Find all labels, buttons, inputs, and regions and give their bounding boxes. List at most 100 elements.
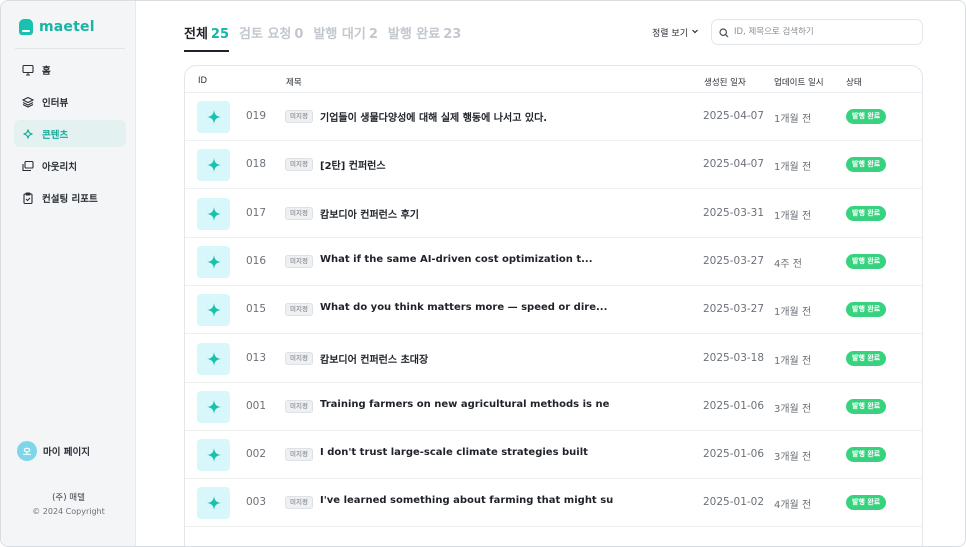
status-badge: 발행 완료 [846,398,887,414]
table-row[interactable]: 015 미지정 What do you think matters more — s… [185,286,922,335]
sparkle-icon [206,399,221,414]
cell-title[interactable]: [2탄] 컨퍼런스 [320,157,700,172]
column-header-id[interactable]: ID [198,76,207,86]
cell-id: 001 [246,399,267,412]
sort-dropdown[interactable]: 정렬 보기 [652,26,699,39]
status-badge: 발행 완료 [846,205,887,221]
cell-id: 003 [246,496,267,509]
table-row[interactable]: 003 미지정 I've learned something about farmi… [185,479,922,528]
logo-icon [19,19,33,35]
sidebar-item-consulting-report[interactable]: 컨설팅 리포트 [14,184,126,211]
status-badge: 발행 완료 [846,495,887,511]
sidebar-item-label: 아웃리치 [42,161,77,173]
cell-updated-time: 1개월 전 [774,114,812,125]
cell-title[interactable]: I've learned something about farming tha… [320,495,700,506]
column-header-updated[interactable]: 업데이트 일시 [774,76,824,88]
unassigned-tag: 미지정 [285,158,313,172]
status-badge: 발행 완료 [846,253,887,269]
unassigned-tag: 미지정 [285,206,313,220]
cell-updated-time: 1개월 전 [774,162,812,174]
cell-created-date: 2025-03-27 [703,303,765,316]
cell-updated-time: 3개월 전 [774,452,812,464]
avatar: 오 [17,441,37,461]
cell-title[interactable]: What do you think matters more — speed o… [320,302,700,313]
sidebar-item-home[interactable]: 홈 [14,56,126,83]
tab-review-requested[interactable]: 검토 요청 0 [239,23,303,52]
search-icon [719,23,729,42]
sidebar-item-contents[interactable]: 콘텐츠 [14,120,126,147]
content-thumbnail [197,390,230,423]
table-header: ID 제목 생성된 일자 업데이트 일시 상태 [185,66,922,93]
sparkle-icon [206,206,221,221]
sparkle-icon [206,351,221,366]
column-header-status[interactable]: 상태 [846,76,862,88]
unassigned-tag: 미지정 [285,303,313,317]
sidebar-item-outreach[interactable]: 아웃리치 [14,152,126,179]
column-header-created[interactable]: 생성된 일자 [704,76,746,88]
unassigned-tag: 미지정 [285,254,313,268]
table-row[interactable]: 019 미지정 기업들이 생물다양성에 대해 실제 행동에 나서고 있다. 2025-… [185,93,922,141]
table-row[interactable]: 001 미지정 Training farmers on new agricultur… [185,383,922,431]
cell-created-date: 2025-03-31 [703,206,765,219]
status-badge: 발행 완료 [846,109,887,124]
cell-id: 016 [246,254,267,267]
logo[interactable]: maetel [19,15,95,39]
content-thumbnail [197,439,230,472]
app-window: maetel 홈 인터뷰 콘텐츠 아웃리치 컨설팅 리포트 오 마이 페이지 (… [0,0,966,547]
search-input[interactable] [734,27,914,37]
sidebar-item-label: 홈 [42,65,51,77]
cell-title[interactable]: Training farmers on new agricultural met… [320,399,700,410]
table-row[interactable]: 016 미지정 What if the same AI-driven cost op… [185,238,922,286]
content-thumbnail [197,197,230,230]
sidebar-item-interview[interactable]: 인터뷰 [14,88,126,115]
status-badge: 발행 완료 [846,157,887,173]
cell-updated-time: 4주 전 [774,258,802,270]
sidebar-item-label: 인터뷰 [42,97,69,109]
cell-created-date: 2025-04-07 [703,158,765,171]
cell-id: 019 [246,110,267,122]
cell-updated-time: 1개월 전 [774,210,812,222]
cell-updated-time: 1개월 전 [774,307,812,319]
status-tabs: 전체 25 검토 요청 0 발행 대기 2 발행 완료 23 [184,23,461,52]
cell-title[interactable]: 캄보디어 컨퍼런스 초대장 [320,351,700,366]
sparkle-icon [206,448,221,463]
sidebar-item-label: 컨설팅 리포트 [42,193,98,205]
cell-updated-time: 4개월 전 [774,500,812,512]
logo-text: maetel [39,19,95,35]
cell-title[interactable]: 캄보디아 컨퍼런스 후기 [320,206,700,221]
cell-created-date: 2025-03-18 [703,351,765,364]
table-row[interactable]: 002 미지정 I don't trust large-scale climate … [185,431,922,480]
tab-all[interactable]: 전체 25 [184,23,230,52]
tab-count: 25 [210,27,230,42]
contents-table: ID 제목 생성된 일자 업데이트 일시 상태 019 미지정 기업들이 생물다양성… [184,65,923,546]
column-header-title[interactable]: 제목 [286,76,302,88]
layers-icon [22,96,34,108]
unassigned-tag: 미지정 [285,448,313,462]
cell-title[interactable]: 기업들이 생물다양성에 대해 실제 행동에 나서고 있다. [320,109,700,124]
table-row[interactable]: 018 미지정 [2탄] 컨퍼런스 2025-04-07 1개월 전 발행 완료 [185,141,922,190]
sort-label: 정렬 보기 [652,29,688,39]
cell-id: 013 [246,351,267,364]
tab-label: 전체 [184,27,208,42]
content-thumbnail [197,149,230,182]
cell-created-date: 2025-01-06 [703,399,765,412]
sparkle-icon [22,128,34,140]
cell-created-date: 2025-03-27 [703,254,765,267]
cell-title[interactable]: What if the same AI-driven cost optimiza… [320,254,700,265]
content-thumbnail [197,294,230,327]
table-row[interactable]: 017 미지정 캄보디아 컨퍼런스 후기 2025-03-31 1개월 전 발행 완료 [185,190,922,238]
cell-id: 015 [246,303,267,316]
search-box [711,19,923,45]
content-thumbnail [197,101,230,133]
tab-count: 2 [368,27,378,42]
cell-title[interactable]: I don't trust large-scale climate strate… [320,447,700,458]
company-name: (주) 매텔 [52,493,85,503]
content-thumbnail [197,245,230,278]
tab-count: 0 [294,27,304,42]
tab-publish-pending[interactable]: 발행 대기 2 [313,23,377,52]
tab-published[interactable]: 발행 완료 23 [388,23,461,52]
table-row[interactable]: 013 미지정 캄보디어 컨퍼런스 초대장 2025-03-18 1개월 전 발행 완료 [185,335,922,383]
my-page-link[interactable]: 오 마이 페이지 [17,441,90,461]
status-badge: 발행 완료 [846,447,887,463]
tab-count: 23 [443,27,462,42]
